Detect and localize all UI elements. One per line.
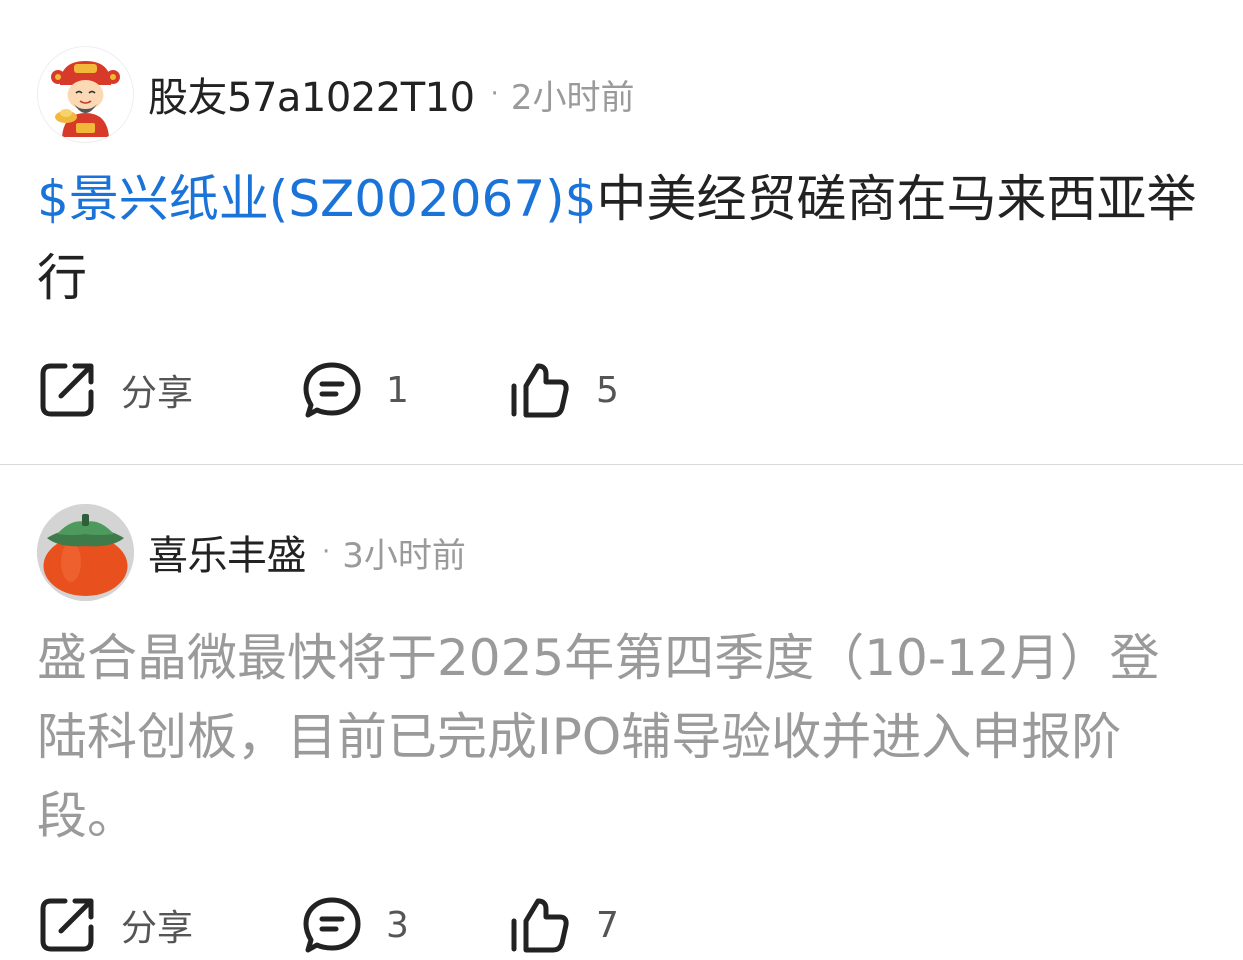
share-button[interactable]: 分享 bbox=[37, 355, 193, 425]
comment-count: 3 bbox=[386, 904, 409, 946]
username[interactable]: 喜乐丰盛 bbox=[148, 523, 307, 581]
share-button[interactable]: 分享 bbox=[37, 890, 193, 960]
post-header: 喜乐丰盛 · 3小时前 bbox=[148, 522, 466, 582]
user-avatar[interactable] bbox=[37, 46, 134, 143]
stock-link[interactable]: $景兴纸业(SZ002067)$ bbox=[37, 170, 597, 228]
like-count: 7 bbox=[596, 904, 619, 946]
user-avatar[interactable] bbox=[37, 504, 134, 601]
share-label: 分享 bbox=[121, 908, 194, 949]
separator-dot: · bbox=[322, 537, 331, 567]
comment-icon bbox=[303, 362, 361, 418]
caishen-avatar-icon bbox=[51, 61, 120, 137]
post-time: 2小时前 bbox=[510, 77, 635, 118]
comment-count: 1 bbox=[386, 369, 409, 411]
share-icon bbox=[40, 363, 94, 417]
like-button[interactable]: 5 bbox=[508, 355, 619, 425]
thumbs-up-icon bbox=[511, 363, 569, 418]
thumbs-up-icon bbox=[511, 898, 569, 953]
comment-button[interactable]: 3 bbox=[302, 890, 409, 960]
post-time: 3小时前 bbox=[342, 535, 466, 576]
comment-button[interactable]: 1 bbox=[302, 355, 409, 425]
separator-dot: · bbox=[490, 79, 499, 109]
action-bar: 分享 3 7 bbox=[0, 890, 1243, 960]
comment-icon bbox=[303, 897, 361, 953]
username[interactable]: 股友57a1022T10 bbox=[148, 65, 475, 123]
post-header: 股友57a1022T10 · 2小时前 bbox=[148, 64, 634, 124]
post-body[interactable]: 盛合晶微最快将于2025年第四季度（10-12月）登陆科创板，目前已完成IPO辅… bbox=[37, 619, 1207, 856]
post-card[interactable]: 股友57a1022T10 · 2小时前 $景兴纸业(SZ002067)$中美经贸… bbox=[0, 0, 1243, 464]
action-bar: 分享 1 5 bbox=[0, 355, 1243, 425]
post-card[interactable]: 喜乐丰盛 · 3小时前 盛合晶微最快将于2025年第四季度（10-12月）登陆科… bbox=[0, 465, 1243, 953]
share-icon bbox=[40, 898, 94, 952]
like-count: 5 bbox=[596, 369, 619, 411]
persimmon-avatar-icon bbox=[37, 504, 134, 601]
share-label: 分享 bbox=[121, 373, 194, 414]
post-body[interactable]: $景兴纸业(SZ002067)$中美经贸磋商在马来西亚举行 bbox=[37, 160, 1207, 318]
like-button[interactable]: 7 bbox=[508, 890, 619, 960]
